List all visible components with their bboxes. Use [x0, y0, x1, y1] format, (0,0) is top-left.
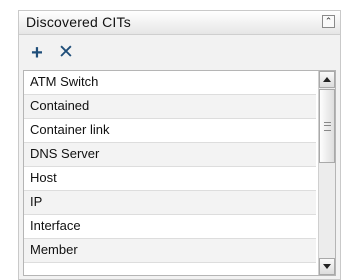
panel-header: Discovered CITs ⌃ — [19, 11, 340, 35]
double-chevron-up-icon: ⌃ — [324, 16, 333, 26]
arrow-up-icon — [323, 77, 331, 82]
discovered-cits-panel: Discovered CITs ⌃ + ✕ ATM Switch Contain… — [18, 10, 341, 280]
panel-title: Discovered CITs — [26, 14, 131, 30]
cit-list-rows: ATM Switch Contained Container link DNS … — [24, 71, 316, 263]
vertical-scrollbar[interactable] — [318, 71, 335, 275]
cit-list: ATM Switch Contained Container link DNS … — [23, 70, 336, 276]
arrow-down-icon — [323, 264, 331, 269]
list-item[interactable]: Member — [24, 239, 316, 263]
plus-icon: + — [31, 42, 43, 64]
toolbar: + ✕ — [19, 36, 340, 70]
collapse-panel-button[interactable]: ⌃ — [322, 15, 335, 28]
grip-icon — [324, 122, 331, 131]
scroll-up-button[interactable] — [319, 71, 335, 88]
list-item[interactable]: DNS Server — [24, 143, 316, 167]
list-item[interactable]: Contained — [24, 95, 316, 119]
list-item[interactable]: IP — [24, 191, 316, 215]
x-icon: ✕ — [58, 42, 74, 63]
list-item[interactable]: Interface — [24, 215, 316, 239]
list-item[interactable]: ATM Switch — [24, 71, 316, 95]
list-item[interactable]: Container link — [24, 119, 316, 143]
scrollbar-thumb[interactable] — [319, 89, 335, 163]
scroll-down-button[interactable] — [319, 258, 335, 275]
add-button[interactable]: + — [28, 42, 46, 64]
remove-button[interactable]: ✕ — [57, 42, 75, 63]
list-item[interactable]: Host — [24, 167, 316, 191]
